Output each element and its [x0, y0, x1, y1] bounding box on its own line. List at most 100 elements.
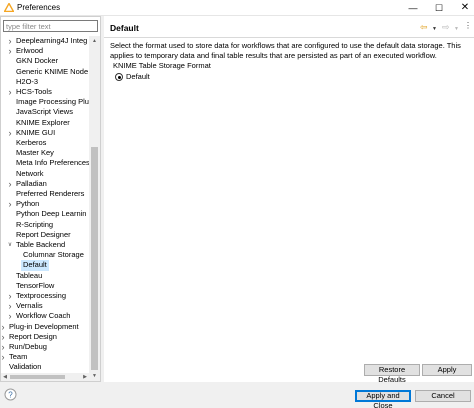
forward-arrow-icon[interactable]: ⇨ [442, 22, 450, 32]
view-menu-icon[interactable]: ⋮ [464, 21, 472, 31]
collapsed-arrow-icon[interactable]: › [1, 332, 6, 342]
tree-item-label: Image Processing Plu [16, 97, 89, 107]
tree-item-label: Validation [9, 362, 42, 372]
tree-item[interactable]: › Run/Debug [1, 342, 89, 352]
scroll-down-icon[interactable]: ▼ [89, 371, 100, 381]
tree-item[interactable]: ∨ Table Backend [1, 240, 89, 250]
preference-tree: › Deeplearning4J Integ › Erlwood GKN Docker G… [1, 36, 90, 381]
tree-item-label: Report Design [9, 331, 57, 341]
tree-item-label: Table Backend [16, 240, 66, 249]
tree-item-label: Python Deep Learnin [16, 209, 87, 219]
restore-defaults-button[interactable]: Restore Defaults [364, 364, 420, 384]
tree-item[interactable]: › Deeplearning4J Integ [1, 36, 89, 46]
tree-item[interactable]: Image Processing Plu [1, 97, 89, 107]
tree-item[interactable]: › Textprocessing [1, 291, 89, 301]
tree-item[interactable]: › HCS-Tools [1, 87, 89, 97]
tree-item-label: Workflow Coach [16, 311, 71, 321]
horizontal-scroll-thumb[interactable] [10, 375, 65, 379]
apply-button[interactable]: Apply [422, 364, 472, 376]
expanded-arrow-icon[interactable]: ∨ [7, 240, 13, 250]
tree-item[interactable]: Default [1, 260, 89, 271]
radio-selected-icon[interactable] [115, 73, 123, 81]
tree-item[interactable]: › Workflow Coach [1, 311, 89, 321]
filter-input[interactable] [4, 21, 97, 31]
tree-item-label: Meta Info Preferences [16, 158, 89, 168]
collapsed-arrow-icon[interactable]: › [1, 352, 6, 362]
collapsed-arrow-icon[interactable]: › [7, 291, 13, 301]
tree-item-label: Preferred Renderers [16, 189, 85, 198]
tree-item-label: HCS-Tools [16, 87, 52, 96]
tree-item[interactable]: Preferred Renderers [1, 189, 89, 199]
tree-item[interactable]: Kerberos [1, 138, 89, 148]
tree-item[interactable]: › Erlwood [1, 46, 89, 56]
tree-item[interactable]: Validation [1, 362, 89, 372]
tree-horizontal-scrollbar[interactable]: ◀ ▶ [1, 373, 89, 381]
preference-tree-pane: ›Deeplearning4J Integ›ErlwoodGKN DockerG… [0, 16, 101, 382]
collapsed-arrow-icon[interactable]: › [7, 179, 13, 189]
close-button[interactable]: ✕ [450, 0, 474, 16]
cancel-button[interactable]: Cancel [415, 390, 471, 402]
apply-and-close-button[interactable]: Apply and Close [355, 390, 411, 408]
tree-item[interactable]: H2O-3 [1, 77, 89, 87]
forward-dropdown-icon[interactable]: ▼ [454, 24, 459, 34]
tree-vertical-scrollbar[interactable]: ▲ ▼ [89, 36, 100, 381]
filter-field[interactable] [3, 20, 98, 32]
tree-item[interactable]: Tableau [1, 271, 89, 281]
scroll-right-icon[interactable]: ▶ [81, 373, 89, 381]
tree-item-label: Network [16, 168, 44, 178]
tree-item-label: KNIME Explorer [16, 117, 70, 127]
tree-item[interactable]: › KNIME GUI [1, 128, 89, 138]
collapsed-arrow-icon[interactable]: › [7, 128, 13, 138]
help-icon[interactable]: ? [4, 388, 17, 401]
collapsed-arrow-icon[interactable]: › [7, 36, 13, 46]
radio-option-label: Default [126, 72, 150, 81]
tree-item[interactable]: Meta Info Preferences [1, 158, 89, 168]
tree-item[interactable]: Master Key [1, 148, 89, 158]
tree-item[interactable]: › Palladian [1, 179, 89, 189]
tree-item[interactable]: GKN Docker [1, 56, 89, 66]
tree-item-label: Tableau [16, 270, 43, 280]
page-title: Default [110, 23, 139, 33]
tree-item[interactable]: Report Designer [1, 230, 89, 240]
collapsed-arrow-icon[interactable]: › [7, 46, 13, 56]
back-arrow-icon[interactable]: ⇦ [420, 22, 428, 32]
tree-item-label: TensorFlow [16, 280, 55, 290]
tree-item[interactable]: KNIME Explorer [1, 118, 89, 128]
tree-item[interactable]: › Team [1, 352, 89, 362]
collapsed-arrow-icon[interactable]: › [7, 87, 13, 97]
tree-item[interactable]: › Python [1, 199, 89, 209]
tree-item-label: H2O-3 [16, 76, 39, 86]
page-header: Default ⇦ ▼ ⇨ ▼ ⋮ [104, 16, 474, 38]
scroll-thumb[interactable] [91, 147, 98, 370]
tree-item[interactable]: › Plug-in Development [1, 322, 89, 332]
tree-item-label: Python [16, 199, 40, 209]
tree-item-label: Columnar Storage [23, 250, 84, 260]
collapsed-arrow-icon[interactable]: › [7, 301, 13, 311]
tree-item[interactable]: Generic KNIME Node [1, 67, 89, 77]
tree-item-label: KNIME GUI [16, 127, 56, 137]
tree-item[interactable]: R-Scripting [1, 220, 89, 230]
tree-item-label: Plug-in Development [9, 321, 79, 331]
knime-triangle-icon [4, 3, 14, 12]
collapsed-arrow-icon[interactable]: › [7, 199, 13, 209]
tree-item[interactable]: › Vernalis [1, 301, 89, 311]
tree-item[interactable]: Columnar Storage [1, 250, 89, 260]
tree-item-label: JavaScript Views [16, 107, 73, 117]
scroll-up-icon[interactable]: ▲ [89, 36, 100, 46]
scroll-left-icon[interactable]: ◀ [1, 373, 9, 381]
storage-format-label: KNIME Table Storage Format [113, 61, 211, 70]
tree-item-label: Team [9, 352, 28, 362]
tree-item[interactable]: Network [1, 169, 89, 179]
collapsed-arrow-icon[interactable]: › [1, 322, 6, 332]
preference-page: Default ⇦ ▼ ⇨ ▼ ⋮ Select the format used… [104, 16, 474, 384]
tree-item[interactable]: JavaScript Views [1, 107, 89, 117]
collapsed-arrow-icon[interactable]: › [1, 342, 6, 352]
tree-item[interactable]: Python Deep Learnin [1, 209, 89, 219]
tree-item-label: Report Designer [16, 229, 71, 239]
title-bar: Preferences — ☐ ✕ [0, 0, 474, 16]
collapsed-arrow-icon[interactable]: › [7, 311, 13, 321]
back-dropdown-icon[interactable]: ▼ [432, 24, 437, 34]
tree-item[interactable]: › Report Design [1, 332, 89, 342]
tree-item-label: Default [21, 260, 49, 271]
tree-item[interactable]: TensorFlow [1, 281, 89, 291]
